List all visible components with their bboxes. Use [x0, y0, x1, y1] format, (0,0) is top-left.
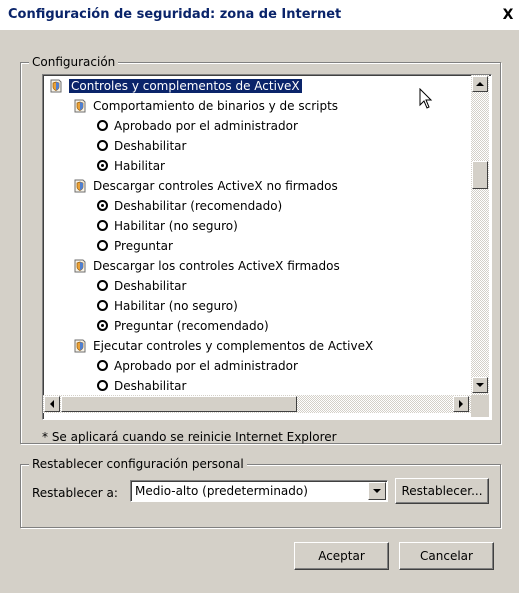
settings-item-label: Preguntar (recomendado)	[114, 319, 269, 333]
settings-item-label: Controles y complementos de ActiveX	[69, 79, 302, 93]
radio-unchecked-icon[interactable]	[97, 140, 108, 151]
settings-item-label: Habilitar	[114, 159, 165, 173]
vertical-scrollbar[interactable]	[471, 75, 489, 395]
radio-unchecked-icon[interactable]	[97, 380, 108, 391]
settings-category[interactable]: Controles y complementos de ActiveX	[49, 77, 302, 95]
radio-checked-icon[interactable]	[97, 160, 108, 171]
horizontal-scroll-thumb[interactable]	[61, 396, 297, 412]
settings-category[interactable]: Ejecutar controles y complementos de Act…	[73, 337, 373, 355]
settings-option[interactable]: Preguntar	[97, 237, 173, 255]
settings-category[interactable]: Descargar los controles ActiveX firmados	[73, 257, 340, 275]
reset-button[interactable]: Restablecer...	[395, 478, 489, 504]
scroll-left-button[interactable]	[44, 396, 60, 412]
settings-item-label: Comportamiento de binarios y de scripts	[93, 99, 339, 113]
settings-page-icon	[74, 179, 86, 192]
cancel-button[interactable]: Cancelar	[399, 542, 494, 570]
settings-category[interactable]: Comportamiento de binarios y de scripts	[73, 97, 338, 115]
settings-option[interactable]: Deshabilitar (recomendado)	[97, 197, 282, 215]
settings-page-icon	[74, 259, 86, 272]
vertical-scroll-thumb[interactable]	[472, 161, 488, 189]
title-bar: Configuración de seguridad: zona de Inte…	[0, 0, 519, 30]
reset-group-legend: Restablecer configuración personal	[29, 457, 247, 471]
settings-group-legend: Configuración	[29, 55, 119, 69]
window-title: Configuración de seguridad: zona de Inte…	[8, 7, 342, 22]
settings-item-label: Aprobado por el administrador	[114, 119, 298, 133]
settings-item-label: Descargar los controles ActiveX firmados	[93, 259, 340, 273]
settings-option[interactable]: Habilitar (no seguro)	[97, 297, 238, 315]
settings-item-label: Habilitar (no seguro)	[114, 219, 238, 233]
radio-checked-icon[interactable]	[97, 320, 108, 331]
radio-unchecked-icon[interactable]	[97, 300, 108, 311]
close-button[interactable]: X	[500, 8, 516, 23]
settings-list-content: Controles y complementos de ActiveX Compo…	[43, 75, 471, 395]
settings-item-label: Aprobado por el administrador	[114, 359, 298, 373]
radio-checked-icon[interactable]	[97, 200, 108, 211]
radio-unchecked-icon[interactable]	[97, 280, 108, 291]
scroll-up-button[interactable]	[472, 76, 488, 92]
radio-unchecked-icon[interactable]	[97, 360, 108, 371]
settings-option[interactable]: Habilitar	[97, 157, 165, 175]
arrow-right-icon	[459, 400, 463, 408]
settings-option[interactable]: Aprobado por el administrador	[97, 357, 298, 375]
chevron-down-icon	[373, 489, 381, 493]
settings-category[interactable]: Descargar controles ActiveX no firmados	[73, 177, 338, 195]
settings-option[interactable]: Deshabilitar	[97, 377, 186, 395]
radio-unchecked-icon[interactable]	[97, 240, 108, 251]
ok-button[interactable]: Aceptar	[294, 542, 389, 570]
settings-page-icon	[74, 99, 86, 112]
settings-item-label: Ejecutar controles y complementos de Act…	[93, 339, 374, 353]
settings-item-label: Deshabilitar (recomendado)	[114, 199, 283, 213]
reset-level-value: Medio-alto (predeterminado)	[135, 484, 308, 498]
horizontal-scrollbar[interactable]	[43, 395, 471, 413]
settings-page-icon	[50, 79, 62, 92]
reset-to-label: Restablecer a:	[32, 486, 118, 500]
settings-item-label: Deshabilitar	[114, 139, 187, 153]
arrow-up-icon	[476, 82, 484, 86]
settings-list[interactable]: Controles y complementos de ActiveX Compo…	[42, 74, 492, 420]
radio-unchecked-icon[interactable]	[97, 220, 108, 231]
settings-item-label: Descargar controles ActiveX no firmados	[93, 179, 338, 193]
dropdown-button[interactable]	[368, 482, 386, 500]
arrow-left-icon	[50, 400, 54, 408]
settings-option[interactable]: Deshabilitar	[97, 137, 186, 155]
settings-page-icon	[74, 339, 86, 352]
scroll-right-button[interactable]	[453, 396, 469, 412]
settings-option[interactable]: Habilitar (no seguro)	[97, 217, 238, 235]
radio-unchecked-icon[interactable]	[97, 120, 108, 131]
settings-item-label: Preguntar	[114, 239, 173, 253]
settings-option[interactable]: Deshabilitar	[97, 277, 186, 295]
scrollbar-corner	[471, 395, 489, 417]
settings-option[interactable]: Aprobado por el administrador	[97, 117, 298, 135]
settings-item-label: Habilitar (no seguro)	[114, 299, 238, 313]
reset-level-dropdown[interactable]: Medio-alto (predeterminado)	[130, 480, 388, 502]
restart-note: * Se aplicará cuando se reinicie Interne…	[42, 430, 337, 444]
arrow-down-icon	[476, 383, 484, 387]
mouse-cursor-icon	[419, 88, 433, 109]
settings-option[interactable]: Preguntar (recomendado)	[97, 317, 269, 335]
settings-item-label: Deshabilitar	[114, 279, 187, 293]
scroll-down-button[interactable]	[472, 377, 488, 393]
settings-item-label: Deshabilitar	[114, 379, 187, 393]
